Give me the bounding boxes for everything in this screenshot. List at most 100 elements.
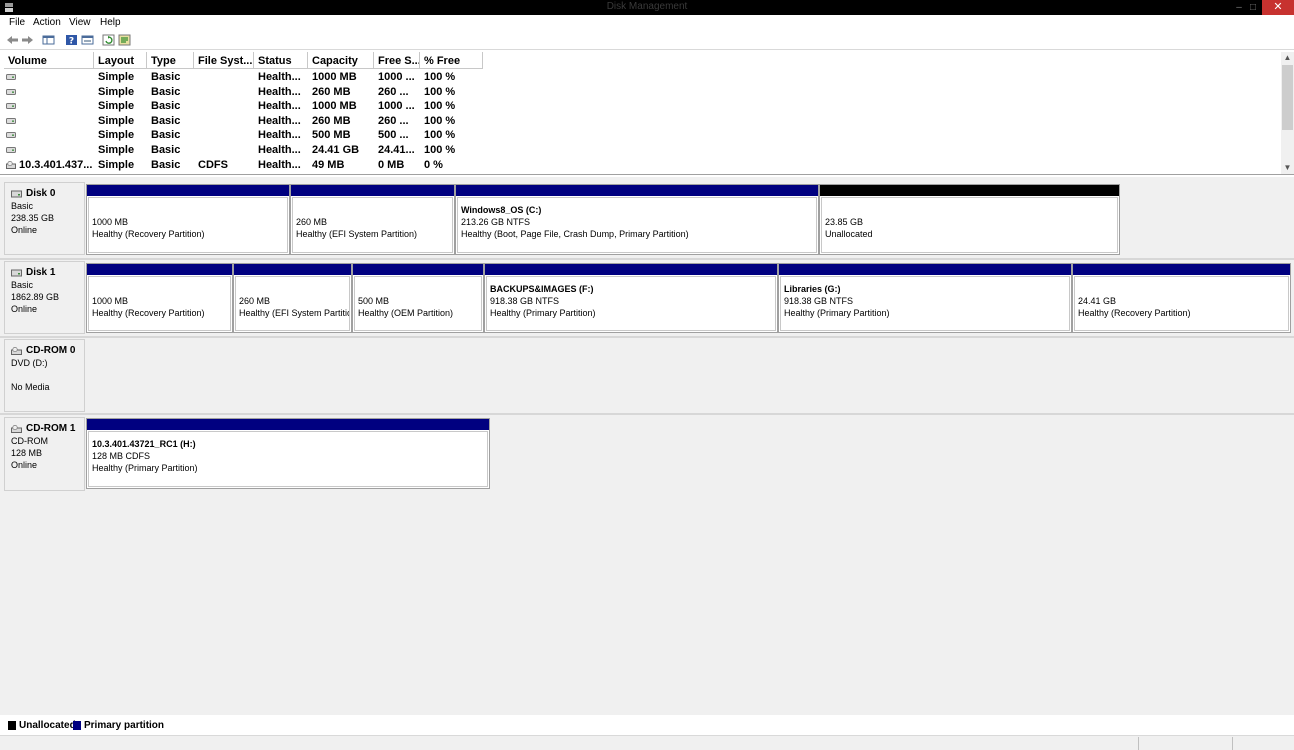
disk-type: DVD (D:) [11,358,48,368]
export-list-icon[interactable] [118,34,131,46]
disk-status: Online [11,225,38,235]
cd-rom-1-label[interactable]: CD-ROM 1 CD-ROM 128 MB Online [4,417,85,491]
hard-disk-icon [11,269,22,277]
cd-rom-0-label[interactable]: CD-ROM 0 DVD (D:) No Media [4,339,85,412]
show-hide-console-tree-icon[interactable] [42,34,55,46]
menu-file[interactable]: File [9,17,25,28]
volume-icon [6,103,16,110]
cell-percent-free: 100 % [424,144,456,156]
table-row[interactable]: Simple Basic Health... 260 MB 260 ... 100 % [0,86,1280,100]
cell-type: Basic [151,129,181,142]
column-header-capacity[interactable]: Capacity [308,52,374,69]
disk-0-label[interactable]: Disk 0 Basic 238.35 GB Online [4,182,85,255]
cell-layout: Simple [98,144,135,156]
table-row[interactable]: 10.3.401.437... Simple Basic CDFS Health... 4… [0,159,1280,173]
cell-file-system: CDFS [198,158,228,171]
table-row[interactable]: Simple Basic Health... 260 MB 260 ... 100 % [0,115,1280,129]
disk-separator [0,258,1294,260]
partition[interactable]: Libraries (G:) 918.38 GB NTFS Healthy (Pri… [778,263,1072,333]
cell-capacity: 49 MB [312,158,345,171]
close-button[interactable]: ✕ [1262,0,1294,15]
minimize-button[interactable]: – [1232,0,1246,15]
partition-status: Healthy (Recovery Partition) [92,229,205,239]
partition-size: 128 MB CDFS [92,451,151,461]
scroll-down-icon[interactable]: ▼ [1281,162,1294,174]
optical-volume-icon [6,160,16,169]
partition[interactable]: 260 MB Healthy (EFI System Partitic [233,263,352,333]
cell-percent-free: 100 % [424,129,456,142]
refresh-icon[interactable] [102,34,115,46]
cell-layout: Simple [98,71,135,83]
partition-color-bar [485,264,777,275]
menu-help[interactable]: Help [100,17,121,28]
table-row[interactable]: Simple Basic Health... 1000 MB 1000 ... 100 % [0,100,1280,114]
cell-status: Health... [258,114,301,127]
partition-status: Healthy (OEM Partition) [358,308,454,318]
partition-status: Healthy (EFI System Partitic [239,308,350,318]
unallocated-swatch [8,721,16,730]
partition[interactable]: 10.3.401.43721_RC1 (H:) 128 MB CDFS Health… [86,418,490,489]
disk-size: 128 MB [11,448,43,458]
optical-drive-icon [11,424,22,433]
status-bar [0,735,1294,750]
cell-layout: Simple [98,114,135,127]
table-row[interactable]: Simple Basic Health... 1000 MB 1000 ... 100 % [0,71,1280,85]
back-icon[interactable] [6,34,19,46]
cell-capacity: 1000 MB [312,71,357,83]
cell-capacity: 260 MB [312,114,351,127]
forward-icon[interactable] [21,34,34,46]
partition[interactable]: 1000 MB Healthy (Recovery Partition) [86,263,233,333]
partition[interactable]: 1000 MB Healthy (Recovery Partition) [86,184,290,255]
cell-free-space: 1000 ... [378,71,415,83]
column-header-percent-free[interactable]: % Free [420,52,483,69]
partition-size: 260 MB [239,296,271,306]
disk-status: Online [11,460,38,470]
status-divider [1138,737,1139,750]
optical-drive-icon [11,346,22,355]
partition-name: BACKUPS&IMAGES (F:) [490,284,594,294]
volume-icon [6,117,16,124]
partition-color-bar [291,185,454,196]
column-header-status[interactable]: Status [254,52,308,69]
partition[interactable]: 500 MB Healthy (OEM Partition) [352,263,484,333]
help-icon[interactable]: ? [65,34,78,46]
svg-text:?: ? [69,37,74,47]
cell-status: Health... [258,129,301,142]
column-header-file-system[interactable]: File Syst... [194,52,254,69]
disk-separator [0,336,1294,338]
disk-1-label[interactable]: Disk 1 Basic 1862.89 GB Online [4,261,85,334]
scroll-thumb[interactable] [1282,65,1293,130]
column-header-free-space[interactable]: Free S... [374,52,420,69]
cell-percent-free: 0 % [424,158,443,171]
partition-status: Healthy (Boot, Page File, Crash Dump, Pr… [461,229,689,239]
column-header-layout[interactable]: Layout [94,52,147,69]
hard-disk-icon [11,190,22,198]
partition[interactable]: BACKUPS&IMAGES (F:) 918.38 GB NTFS Healthy… [484,263,778,333]
table-row[interactable]: Simple Basic Health... 24.41 GB 24.41... 100 … [0,144,1280,158]
volume-icon [6,88,16,95]
partition[interactable]: 24.41 GB Healthy (Recovery Partition) [1072,263,1291,333]
partition-size: 1000 MB [92,217,129,227]
volume-list: Volume Layout Type File Syst... Status C… [0,52,1294,175]
disk-status: Online [11,304,38,314]
properties-icon[interactable] [81,34,94,46]
menu-view[interactable]: View [69,17,91,28]
volume-list-scrollbar[interactable]: ▲ ▼ [1281,52,1294,174]
scroll-up-icon[interactable]: ▲ [1281,52,1294,64]
partition-name [296,204,452,216]
maximize-button[interactable]: □ [1246,0,1260,15]
disk-status: No Media [11,382,50,392]
partition[interactable]: Windows8_OS (C:) 213.26 GB NTFS Healthy (B… [455,184,819,255]
legend-unallocated: Unallocated [19,720,76,731]
menu-action[interactable]: Action [33,17,61,28]
partition-color-bar [87,185,289,196]
column-header-volume[interactable]: Volume [4,52,94,69]
partition-size: 213.26 GB NTFS [461,217,531,227]
disk-0-partitions: 1000 MB Healthy (Recovery Partition) 260 … [86,184,1122,256]
cell-free-space: 260 ... [378,114,409,127]
table-row[interactable]: Simple Basic Health... 500 MB 500 ... 100 % [0,129,1280,143]
column-header-type[interactable]: Type [147,52,194,69]
partition[interactable]: 260 MB Healthy (EFI System Partition) [290,184,455,255]
partition-unallocated[interactable]: 23.85 GB Unallocated [819,184,1120,255]
disk-graphical-view: Disk 0 Basic 238.35 GB Online 1000 MB Hea… [0,177,1294,715]
